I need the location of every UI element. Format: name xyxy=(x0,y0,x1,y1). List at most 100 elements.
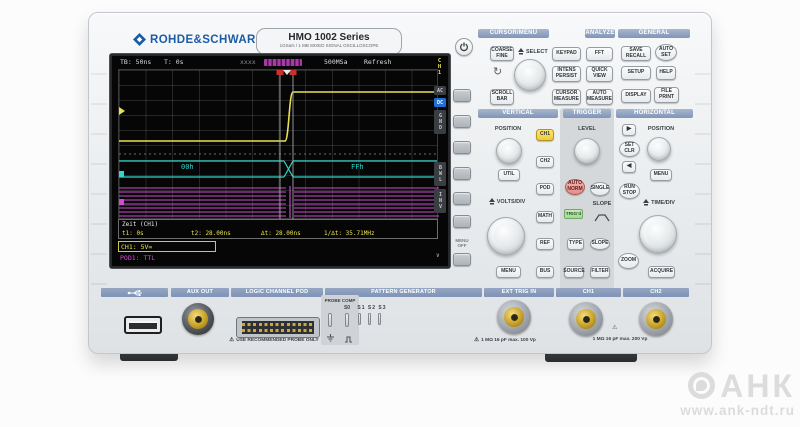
vertical-menu-button[interactable]: MENU xyxy=(496,266,521,278)
trigger-level-knob[interactable] xyxy=(574,138,600,164)
time-div-knob[interactable] xyxy=(639,215,677,253)
left-grip-ribs xyxy=(91,73,107,293)
status-logic-label: xxxx xyxy=(240,58,256,66)
horizontal-menu-button[interactable]: MENU xyxy=(650,169,672,181)
horizontal-position-knob[interactable] xyxy=(647,137,671,161)
s0-pin[interactable] xyxy=(345,313,349,327)
soft-key-2[interactable] xyxy=(453,115,471,128)
measure-dt: ∆t: 28.00ns xyxy=(261,230,301,237)
section-trigger: TRIGGER xyxy=(563,109,611,118)
ch1-bnc[interactable] xyxy=(569,302,603,336)
quick-view-button[interactable]: QUICK VIEW xyxy=(586,66,613,82)
vertical-position-label: POSITION xyxy=(487,126,529,132)
soft-key-4[interactable] xyxy=(453,167,471,180)
acquire-button[interactable]: ACQUIRE xyxy=(648,266,675,278)
fft-button[interactable]: FFT xyxy=(586,47,613,61)
help-button[interactable]: HELP xyxy=(656,66,676,80)
volts-div-label: VOLTS/DIV xyxy=(483,198,531,205)
save-recall-button[interactable]: SAVE RECALL xyxy=(621,46,651,61)
display-button[interactable]: DISPLAY xyxy=(621,89,651,103)
coarse-fine-button[interactable]: COARSE FINE xyxy=(490,46,514,61)
usb-port[interactable] xyxy=(124,316,162,334)
rotate-icon: ↻ xyxy=(493,65,502,78)
square-wave-icon xyxy=(344,330,353,348)
probe-warning: ⚠ USE RECOMMENDED PROBE ONLY xyxy=(214,337,334,343)
soft-key-3[interactable] xyxy=(453,141,471,154)
ch2-button[interactable]: CH2 xyxy=(536,156,554,168)
press-knob-icon xyxy=(643,199,649,206)
trigger-type-button[interactable]: TYPE xyxy=(567,238,584,250)
logic-pod-connector[interactable] xyxy=(236,317,320,338)
trigd-indicator: TRIG'd xyxy=(564,209,583,219)
usb-icon xyxy=(127,289,143,297)
measurement-title: Zeit (CH1) xyxy=(122,221,158,228)
ch1-scale: CH1: 5V= xyxy=(121,243,152,251)
trigger-filter-button[interactable]: FILTER xyxy=(590,266,610,278)
math-button[interactable]: MATH xyxy=(536,211,554,223)
vertical-position-knob[interactable] xyxy=(496,138,522,164)
auto-measure-button[interactable]: AUTO MEASURE xyxy=(586,89,613,105)
measurement-box: Zeit (CH1) t1: 0s t2: 28.00ns ∆t: 28.00n… xyxy=(118,219,438,239)
bus-value-left: 00h xyxy=(181,163,194,171)
warning-icon: ⚠ xyxy=(229,337,234,343)
menu-off-label: MENU OFF xyxy=(449,238,475,248)
auto-set-button[interactable]: AUTO SET xyxy=(655,44,677,61)
power-button[interactable] xyxy=(455,38,473,56)
scroll-bar-button[interactable]: SCROLL BAR xyxy=(490,89,514,105)
measure-inv-dt: 1/∆t: 35.71MHz xyxy=(324,230,375,237)
logic-pod-pins xyxy=(242,321,314,334)
slope-icon xyxy=(594,209,610,227)
ch-spec: 1 MΩ 16 pF max. 200 Vp xyxy=(575,337,665,342)
probe-comp-ground-pin[interactable] xyxy=(328,313,332,327)
softmenu-dc: DC xyxy=(434,98,446,107)
trigger-slope-button[interactable]: SLOPE xyxy=(590,238,610,250)
usb-strip xyxy=(101,288,168,297)
setup-button[interactable]: SETUP xyxy=(621,66,651,80)
s3-pin[interactable] xyxy=(378,313,381,325)
model-subtitle: 1GSa/s / 1 MB MIXED SIGNAL OSCILLOSCOPE xyxy=(257,43,401,49)
keypad-button[interactable]: KEYPAD xyxy=(552,47,581,61)
measure-t2: t2: 28.00ns xyxy=(191,230,231,237)
bus-value-right: FFh xyxy=(351,163,364,171)
cursor-measure-button[interactable]: CURSOR MEASURE xyxy=(552,89,581,105)
aux-out-bnc[interactable] xyxy=(182,303,214,335)
intens-persist-button[interactable]: INTENS PERSIST xyxy=(552,66,581,82)
set-clr-button[interactable]: SET CLR xyxy=(619,141,640,157)
volts-div-knob[interactable] xyxy=(487,217,525,255)
ref-button[interactable]: REF xyxy=(536,238,554,250)
util-button[interactable]: UTIL xyxy=(498,169,520,181)
softmenu-inv: INV xyxy=(434,189,446,213)
marker-next-button[interactable]: ▶ xyxy=(622,124,636,136)
select-label-text: SELECT xyxy=(526,49,548,55)
volts-div-label-text: VOLTS/DIV xyxy=(497,199,526,205)
status-timebase: TB: 50ns xyxy=(120,58,151,66)
select-knob[interactable] xyxy=(514,59,546,91)
file-print-button[interactable]: FILE PRINT xyxy=(654,87,679,103)
section-general: GENERAL xyxy=(618,29,690,38)
status-trigger-time: T: 0s xyxy=(164,58,184,66)
ch1-button[interactable]: CH1 xyxy=(536,129,554,141)
time-div-label: TIME/DIV xyxy=(635,199,683,206)
soft-key-5[interactable] xyxy=(453,192,471,205)
watermark-name: АНК xyxy=(720,370,795,402)
logic-pod-strip: LOGIC CHANNEL POD xyxy=(231,288,323,297)
trigger-source-button[interactable]: SOURCE xyxy=(564,266,584,278)
zoom-button[interactable]: ZOOM xyxy=(618,253,639,269)
bus-button[interactable]: BUS xyxy=(536,266,554,278)
run-stop-button[interactable]: RUN STOP xyxy=(619,183,640,199)
horizontal-position-label: POSITION xyxy=(640,126,682,132)
soft-key-1[interactable] xyxy=(453,89,471,102)
auto-norm-button[interactable]: AUTO NORM xyxy=(565,179,585,195)
warning-icon: ⚠ xyxy=(474,337,479,343)
ch2-bnc[interactable] xyxy=(639,302,673,336)
ch1-scale-box: CH1: 5V= xyxy=(118,241,216,252)
s1-pin[interactable] xyxy=(358,313,361,325)
marker-prev-button[interactable]: ◀ xyxy=(622,161,636,173)
ext-trig-bnc[interactable] xyxy=(497,300,531,334)
pod-button[interactable]: POD xyxy=(536,183,554,195)
menu-off-key[interactable] xyxy=(453,253,471,266)
press-knob-icon xyxy=(518,48,524,55)
s2-pin[interactable] xyxy=(368,313,371,325)
single-button[interactable]: SINGLE xyxy=(590,182,610,196)
soft-key-6[interactable] xyxy=(453,215,471,228)
